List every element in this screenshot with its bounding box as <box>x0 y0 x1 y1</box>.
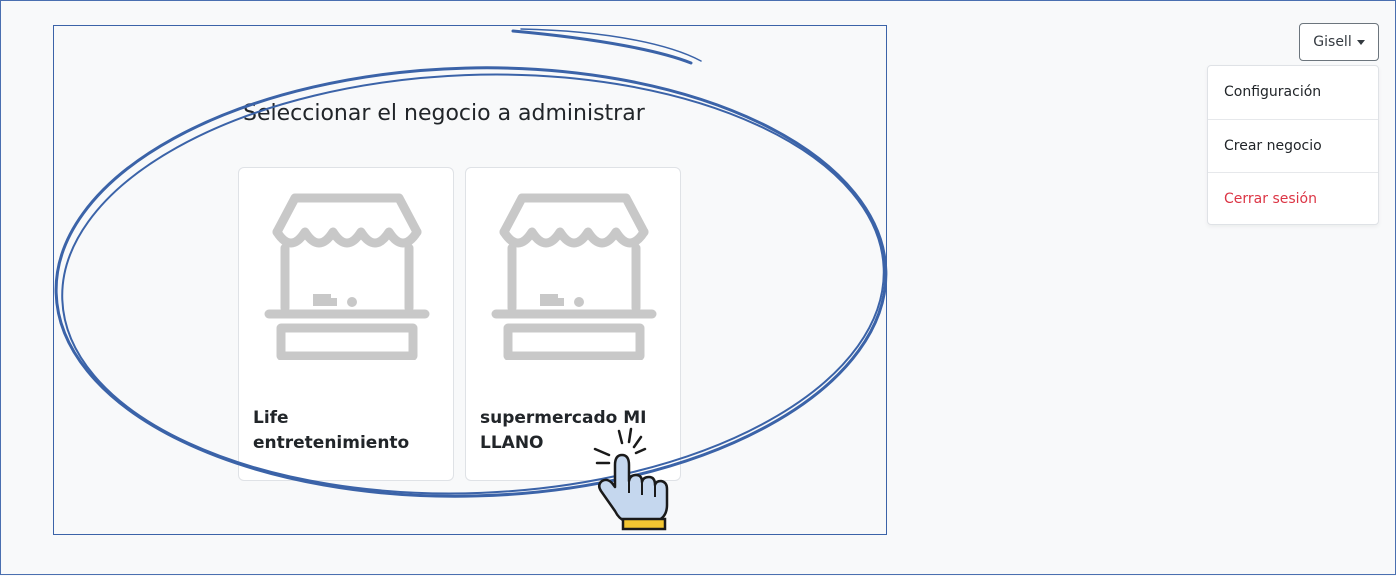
user-name-label: Gisell <box>1313 34 1352 50</box>
store-icon <box>491 193 657 360</box>
page-heading: Seleccionar el negocio a administrar <box>243 101 645 126</box>
menu-item-configuracion[interactable]: Configuración <box>1208 66 1378 118</box>
business-name: Life entretenimiento <box>253 408 410 453</box>
store-icon <box>264 193 430 360</box>
user-dropdown-menu: Configuración Crear negocio Cerrar sesió… <box>1207 65 1379 225</box>
business-card-life[interactable]: Life entretenimiento <box>238 167 454 481</box>
user-menu-button[interactable]: Gisell <box>1299 23 1379 61</box>
menu-item-cerrar-sesion[interactable]: Cerrar sesión <box>1208 172 1378 224</box>
business-card-mi-llano[interactable]: supermercado MI LLANO <box>465 167 681 481</box>
business-name: supermercado MI LLANO <box>480 408 647 453</box>
caret-down-icon <box>1356 39 1365 45</box>
page: Seleccionar el negocio a administrar Lif… <box>0 0 1396 575</box>
menu-item-crear-negocio[interactable]: Crear negocio <box>1208 119 1378 171</box>
